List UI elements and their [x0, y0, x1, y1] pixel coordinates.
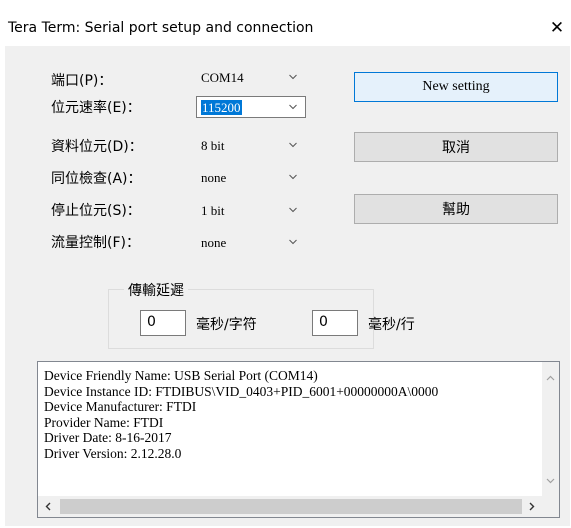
baud-rate-label: 位元速率(E)：	[51, 100, 141, 116]
vertical-scrollbar[interactable]	[542, 362, 559, 496]
scroll-thumb[interactable]	[60, 499, 522, 514]
device-info-line: Provider Name: FTDI	[44, 414, 164, 430]
baud-rate-value: 115200	[201, 100, 242, 115]
chevron-down-icon	[289, 174, 297, 180]
device-info-line: Device Friendly Name: USB Serial Port (C…	[44, 368, 318, 383]
transmit-delay-legend: 傳輸延遲	[124, 280, 188, 300]
port-label: 端口(P)：	[51, 73, 113, 89]
device-info-box[interactable]: Device Friendly Name: USB Serial Port (C…	[37, 361, 560, 518]
horizontal-scrollbar[interactable]	[38, 496, 542, 517]
chevron-up-icon[interactable]	[546, 374, 555, 383]
line-delay-input[interactable]: 0	[312, 310, 358, 336]
parity-select[interactable]: none	[196, 166, 306, 188]
stop-bits-label: 停止位元(S)：	[51, 203, 141, 219]
chevron-right-icon[interactable]	[527, 502, 536, 511]
char-delay-unit: 毫秒/字符	[196, 317, 257, 333]
device-info-line: Device Instance ID: FTDIBUS\VID_0403+PID…	[44, 383, 439, 399]
data-bits-label: 資料位元(D)：	[51, 139, 143, 155]
chevron-down-icon	[289, 239, 297, 245]
parity-value: none	[201, 170, 227, 185]
device-info-text: Device Friendly Name: USB Serial Port (C…	[44, 368, 524, 461]
port-value: COM14	[201, 70, 244, 85]
port-select[interactable]: COM14	[196, 66, 306, 88]
flow-control-select[interactable]: none	[196, 231, 306, 253]
chevron-down-icon	[289, 104, 297, 110]
cancel-button[interactable]: 取消	[354, 132, 558, 162]
stop-bits-value: 1 bit	[201, 203, 225, 218]
flow-control-value: none	[201, 235, 227, 250]
new-setting-button[interactable]: New setting	[354, 72, 558, 102]
baud-rate-select[interactable]: 115200	[196, 96, 306, 118]
chevron-down-icon	[289, 207, 297, 213]
close-icon[interactable]: ✕	[547, 17, 567, 39]
chevron-down-icon[interactable]	[546, 476, 555, 485]
data-bits-value: 8 bit	[201, 138, 225, 153]
char-delay-input[interactable]: 0	[140, 310, 186, 336]
flow-control-label: 流量控制(F)：	[51, 235, 140, 251]
window-title: Tera Term: Serial port setup and connect…	[8, 20, 314, 36]
chevron-left-icon[interactable]	[44, 502, 53, 511]
device-info-line: Driver Date: 8-16-2017	[44, 430, 172, 445]
chevron-down-icon	[289, 74, 297, 80]
chevron-down-icon	[289, 142, 297, 148]
device-info-line: Driver Version: 2.12.28.0	[44, 445, 182, 461]
parity-label: 同位檢查(A)：	[51, 171, 142, 187]
stop-bits-select[interactable]: 1 bit	[196, 199, 306, 221]
scrollbar-corner	[542, 496, 559, 517]
line-delay-unit: 毫秒/行	[368, 317, 415, 333]
help-button[interactable]: 幫助	[354, 194, 558, 224]
data-bits-select[interactable]: 8 bit	[196, 134, 306, 156]
device-info-line: Device Manufacturer: FTDI	[44, 399, 197, 414]
